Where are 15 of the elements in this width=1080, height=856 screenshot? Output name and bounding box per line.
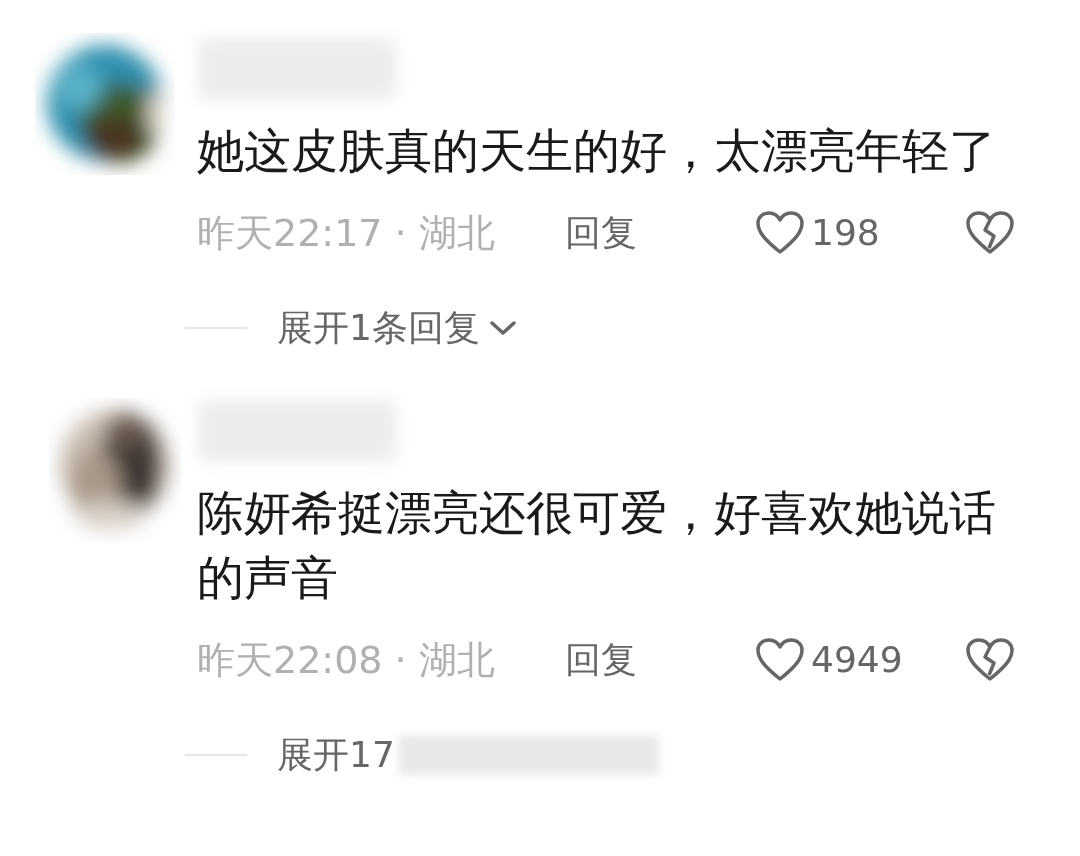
comment-text: 她这皮肤真的天生的好，太漂亮年轻了 bbox=[197, 122, 997, 180]
broken-heart-icon[interactable] bbox=[965, 637, 1015, 683]
comment-text: 陈妍希挺漂亮还很可爱，好喜欢她说话的声音 bbox=[197, 484, 997, 607]
expand-replies-link[interactable]: 展开17 bbox=[277, 728, 395, 782]
broken-heart-icon[interactable] bbox=[965, 210, 1015, 256]
like-count: 198 bbox=[811, 211, 880, 255]
reply-link[interactable]: 回复 bbox=[565, 206, 755, 260]
heart-icon[interactable] bbox=[755, 210, 805, 256]
heart-icon[interactable] bbox=[755, 637, 805, 683]
comment-meta: 昨天22:17 · 湖北 bbox=[197, 209, 496, 257]
like-count: 4949 bbox=[811, 638, 903, 682]
chevron-down-icon[interactable] bbox=[487, 318, 518, 338]
comment-meta: 昨天22:08 · 湖北 bbox=[197, 636, 496, 684]
expand-replies-link[interactable]: 展开1条回复 bbox=[277, 301, 480, 355]
reply-link[interactable]: 回复 bbox=[565, 633, 755, 687]
